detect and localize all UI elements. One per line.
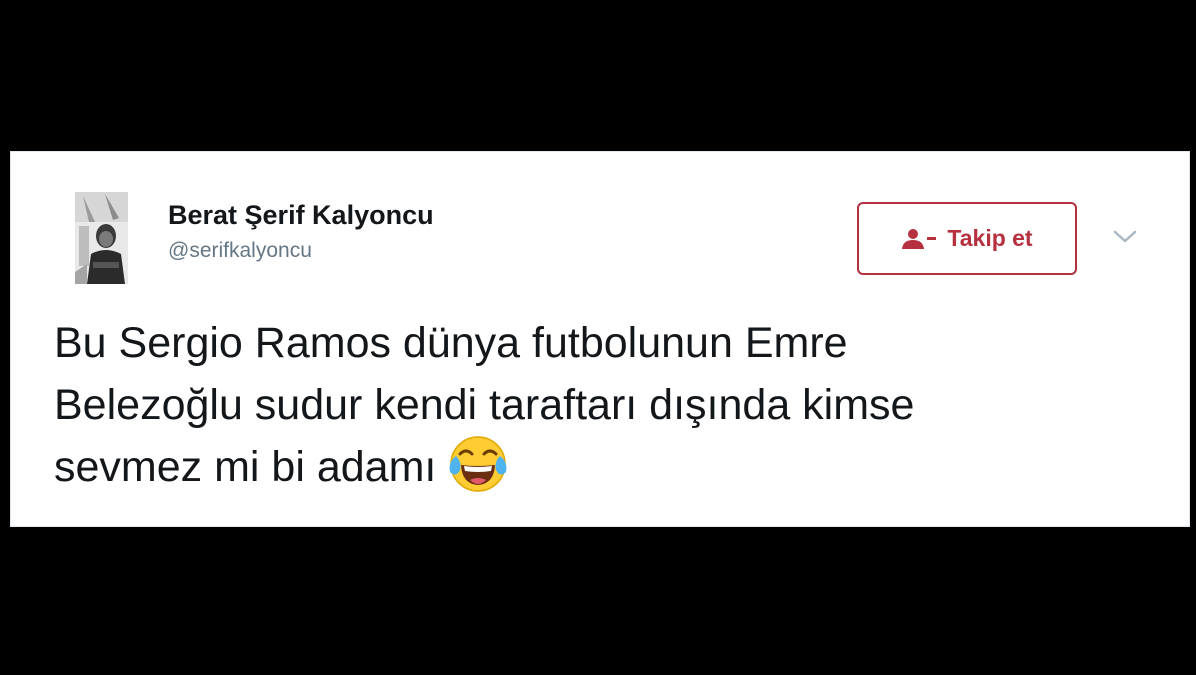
display-name[interactable]: Berat Şerif Kalyoncu [168,198,434,232]
tweet-text-line: Bu Sergio Ramos dünya futbolunun Emre [54,319,848,367]
tweet-text-line: sevmez mi bi adamı [54,443,437,491]
tweet-text-line: Belezoğlu sudur kendi taraftarı dışında … [54,381,915,429]
follow-button-label: Takip et [947,225,1033,251]
chevron-down-icon[interactable] [1111,226,1139,246]
face-with-tears-of-joy-icon [449,435,507,492]
follow-button[interactable]: Takip et [857,202,1077,275]
tweet-text-line-last: sevmez mi bi adamı [54,435,1164,502]
user-block: Berat Şerif Kalyoncu @serifkalyoncu [168,198,434,266]
tweet-text: Bu Sergio Ramos dünya futbolunun Emre Be… [54,312,1164,502]
tweet-card: Berat Şerif Kalyoncu @serifkalyoncu Taki… [10,151,1190,527]
follow-user-icon [902,228,937,249]
profile-photo [75,192,128,284]
user-handle[interactable]: @serifkalyoncu [168,236,434,266]
avatar[interactable] [75,192,128,284]
